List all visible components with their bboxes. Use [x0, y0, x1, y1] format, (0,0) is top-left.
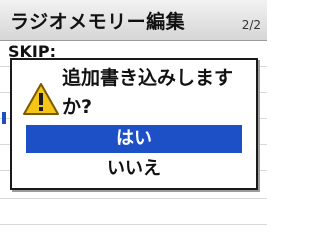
- page-indicator: 2/2: [241, 18, 261, 32]
- no-button[interactable]: いいえ: [26, 155, 242, 183]
- warning-icon: [23, 83, 59, 115]
- list-separator: [0, 198, 267, 199]
- confirm-dialog: 追加書き込みします か? はい いいえ: [10, 58, 258, 190]
- yes-button[interactable]: はい: [26, 125, 242, 153]
- screen-title: ラジオメモリー編集: [10, 11, 186, 33]
- dialog-message-line1: 追加書き込みします: [62, 67, 234, 89]
- screen: ラジオメモリー編集 2/2 SKIP: 追加書き込みします か? はい いいえ: [0, 0, 267, 232]
- title-bar: ラジオメモリー編集 2/2: [0, 0, 267, 41]
- list-separator: [0, 224, 267, 225]
- dialog-message: 追加書き込みします か?: [62, 64, 252, 122]
- list-cursor-marker: [2, 112, 6, 124]
- dialog-message-line2: か?: [62, 96, 93, 118]
